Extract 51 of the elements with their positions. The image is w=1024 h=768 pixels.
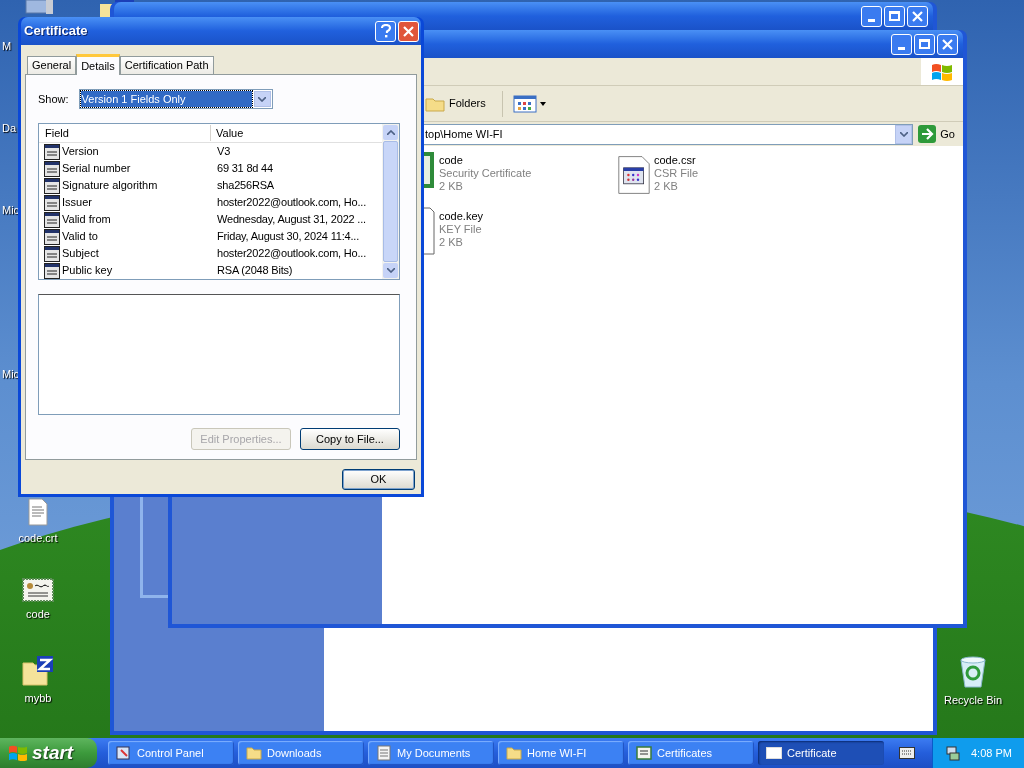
start-button[interactable]: start	[0, 738, 97, 768]
file-size: 2 KB	[654, 180, 679, 193]
file-name[interactable]: code.csr	[654, 154, 698, 167]
field-name[interactable]: Issuer	[62, 194, 92, 211]
file-type: Security Certificate	[439, 167, 532, 180]
column-header[interactable]: Field	[39, 124, 211, 142]
field-value: RSA (2048 Bits)	[216, 263, 293, 279]
file-size: 2 KB	[439, 236, 464, 249]
taskbar-button[interactable]: Downloads	[238, 741, 364, 765]
show-dropdown[interactable]: Version 1 Fields Only	[78, 89, 273, 109]
field-name[interactable]: Signature algorithm	[62, 177, 158, 194]
folders-button[interactable]: Folders	[425, 90, 492, 117]
file-name[interactable]: code	[439, 154, 532, 167]
dialog-button[interactable]: Copy to File...	[300, 428, 400, 450]
taskbar-button[interactable]: Certificates	[628, 741, 754, 765]
desktop-icon-label[interactable]: code	[26, 606, 50, 623]
file-name[interactable]: code.key	[439, 210, 484, 223]
field-name[interactable]: Valid to	[62, 228, 98, 245]
ok-button[interactable]: OK	[342, 469, 415, 490]
show-label: Show:	[38, 91, 69, 107]
clock: 4:08 PM	[971, 745, 1012, 761]
field-value: sha256RSA	[216, 178, 274, 194]
field-value: hoster2022@outlook.com, Ho...	[216, 246, 367, 262]
tab[interactable]: General	[27, 56, 77, 74]
field-value: 69 31 8d 44	[216, 161, 273, 177]
field-name[interactable]: Public key	[62, 262, 113, 279]
desktop-icon-label: Mic	[2, 203, 20, 218]
desktop-icon-label: Da	[2, 121, 17, 136]
field-value: V3	[216, 144, 231, 160]
desktop-icon-label: M	[2, 39, 12, 54]
file-size: 2 KB	[439, 180, 464, 193]
field-name[interactable]: Valid from	[62, 211, 111, 228]
taskbar-button[interactable]: Certificate	[758, 741, 884, 765]
go-button[interactable]: Go	[918, 125, 955, 143]
file-type: CSR File	[654, 167, 698, 180]
taskbar-button[interactable]: My Documents	[368, 741, 494, 765]
taskbar-button[interactable]: Home WI-FI	[498, 741, 624, 765]
field-value: hoster2022@outlook.com, Ho...	[216, 195, 367, 211]
tab[interactable]: Details	[76, 54, 120, 75]
file-type: KEY File	[439, 223, 483, 236]
field-value: Wednesday, August 31, 2022 ...	[216, 212, 366, 228]
desktop-icon-label[interactable]: Recycle Bin	[943, 692, 1003, 709]
field-name[interactable]: Version	[62, 143, 99, 160]
desktop-icon-label[interactable]: mybb	[24, 690, 52, 707]
window-title: Certificate	[24, 22, 88, 41]
field-value: Friday, August 30, 2024 11:4...	[216, 229, 359, 245]
field-name[interactable]: Subject	[62, 245, 99, 262]
taskbar-button[interactable]: Control Panel	[108, 741, 234, 765]
field-name[interactable]: Serial number	[62, 160, 131, 177]
tab[interactable]: Certification Path	[119, 56, 214, 74]
desktop-icon-label: Mic	[2, 367, 20, 382]
